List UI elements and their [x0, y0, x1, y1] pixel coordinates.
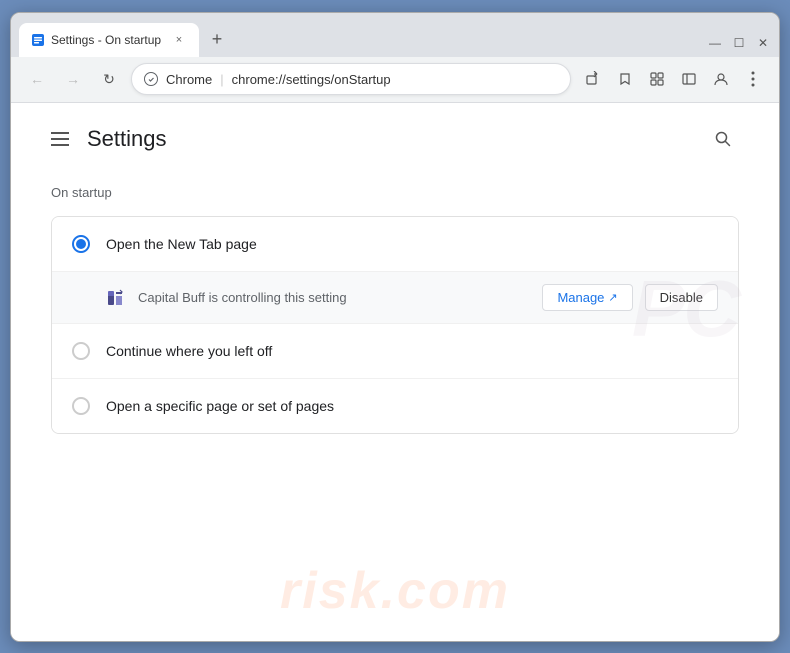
share-button[interactable] — [579, 65, 607, 93]
extensions-button[interactable] — [643, 65, 671, 93]
toolbar: ← → ↻ Chrome | chrome://settings/onStart… — [11, 57, 779, 103]
menu-icon[interactable] — [51, 132, 75, 146]
extension-icon — [106, 287, 126, 307]
url-display: chrome://settings/onStartup — [232, 72, 558, 87]
chrome-brand-label: Chrome — [166, 72, 212, 87]
tab-favicon — [31, 33, 45, 47]
forward-button[interactable]: → — [59, 65, 87, 93]
section-title: On startup — [51, 185, 739, 200]
address-bar[interactable]: Chrome | chrome://settings/onStartup — [131, 63, 571, 95]
disable-button[interactable]: Disable — [645, 284, 718, 311]
settings-header: Settings — [51, 123, 739, 155]
search-button[interactable] — [707, 123, 739, 155]
content-area: Settings On startup Open the — [11, 103, 779, 641]
option-new-tab-label: Open the New Tab page — [106, 236, 257, 252]
sidebar-button[interactable] — [675, 65, 703, 93]
back-button[interactable]: ← — [23, 65, 51, 93]
maximize-button[interactable]: ☐ — [731, 35, 747, 51]
manage-button[interactable]: Manage ↗ — [542, 284, 632, 311]
option-specific-page[interactable]: Open a specific page or set of pages — [52, 379, 738, 433]
url-separator: | — [220, 72, 223, 87]
bookmark-button[interactable] — [611, 65, 639, 93]
tab-title: Settings - On startup — [51, 33, 165, 47]
radio-new-tab[interactable] — [72, 235, 90, 253]
reload-button[interactable]: ↻ — [95, 65, 123, 93]
settings-layout: Settings On startup Open the — [11, 103, 779, 641]
new-tab-button[interactable]: + — [203, 26, 231, 54]
account-button[interactable] — [707, 65, 735, 93]
browser-window: Settings - On startup × + — ☐ ✕ ← → ↻ Ch… — [10, 12, 780, 642]
extension-text: Capital Buff is controlling this setting — [138, 290, 530, 305]
menu-button[interactable] — [739, 65, 767, 93]
option-continue[interactable]: Continue where you left off — [52, 324, 738, 379]
radio-specific-page[interactable] — [72, 397, 90, 415]
toolbar-actions — [579, 65, 767, 93]
title-bar: Settings - On startup × + — ☐ ✕ — [11, 13, 779, 57]
security-icon — [144, 72, 158, 86]
active-tab[interactable]: Settings - On startup × — [19, 23, 199, 57]
watermark-bottom: risk.com — [280, 561, 510, 621]
tab-close-button[interactable]: × — [171, 32, 187, 48]
option-continue-label: Continue where you left off — [106, 343, 272, 359]
minimize-button[interactable]: — — [707, 35, 723, 51]
radio-continue[interactable] — [72, 342, 90, 360]
settings-main: Settings On startup Open the — [11, 103, 779, 641]
page-title: Settings — [87, 126, 167, 152]
options-card: Open the New Tab page — [51, 216, 739, 434]
window-controls: — ☐ ✕ — [707, 35, 771, 51]
close-button[interactable]: ✕ — [755, 35, 771, 51]
option-new-tab[interactable]: Open the New Tab page — [52, 217, 738, 272]
extension-item: Capital Buff is controlling this setting… — [52, 272, 738, 324]
option-specific-page-label: Open a specific page or set of pages — [106, 398, 334, 414]
external-link-icon: ↗ — [608, 291, 617, 304]
